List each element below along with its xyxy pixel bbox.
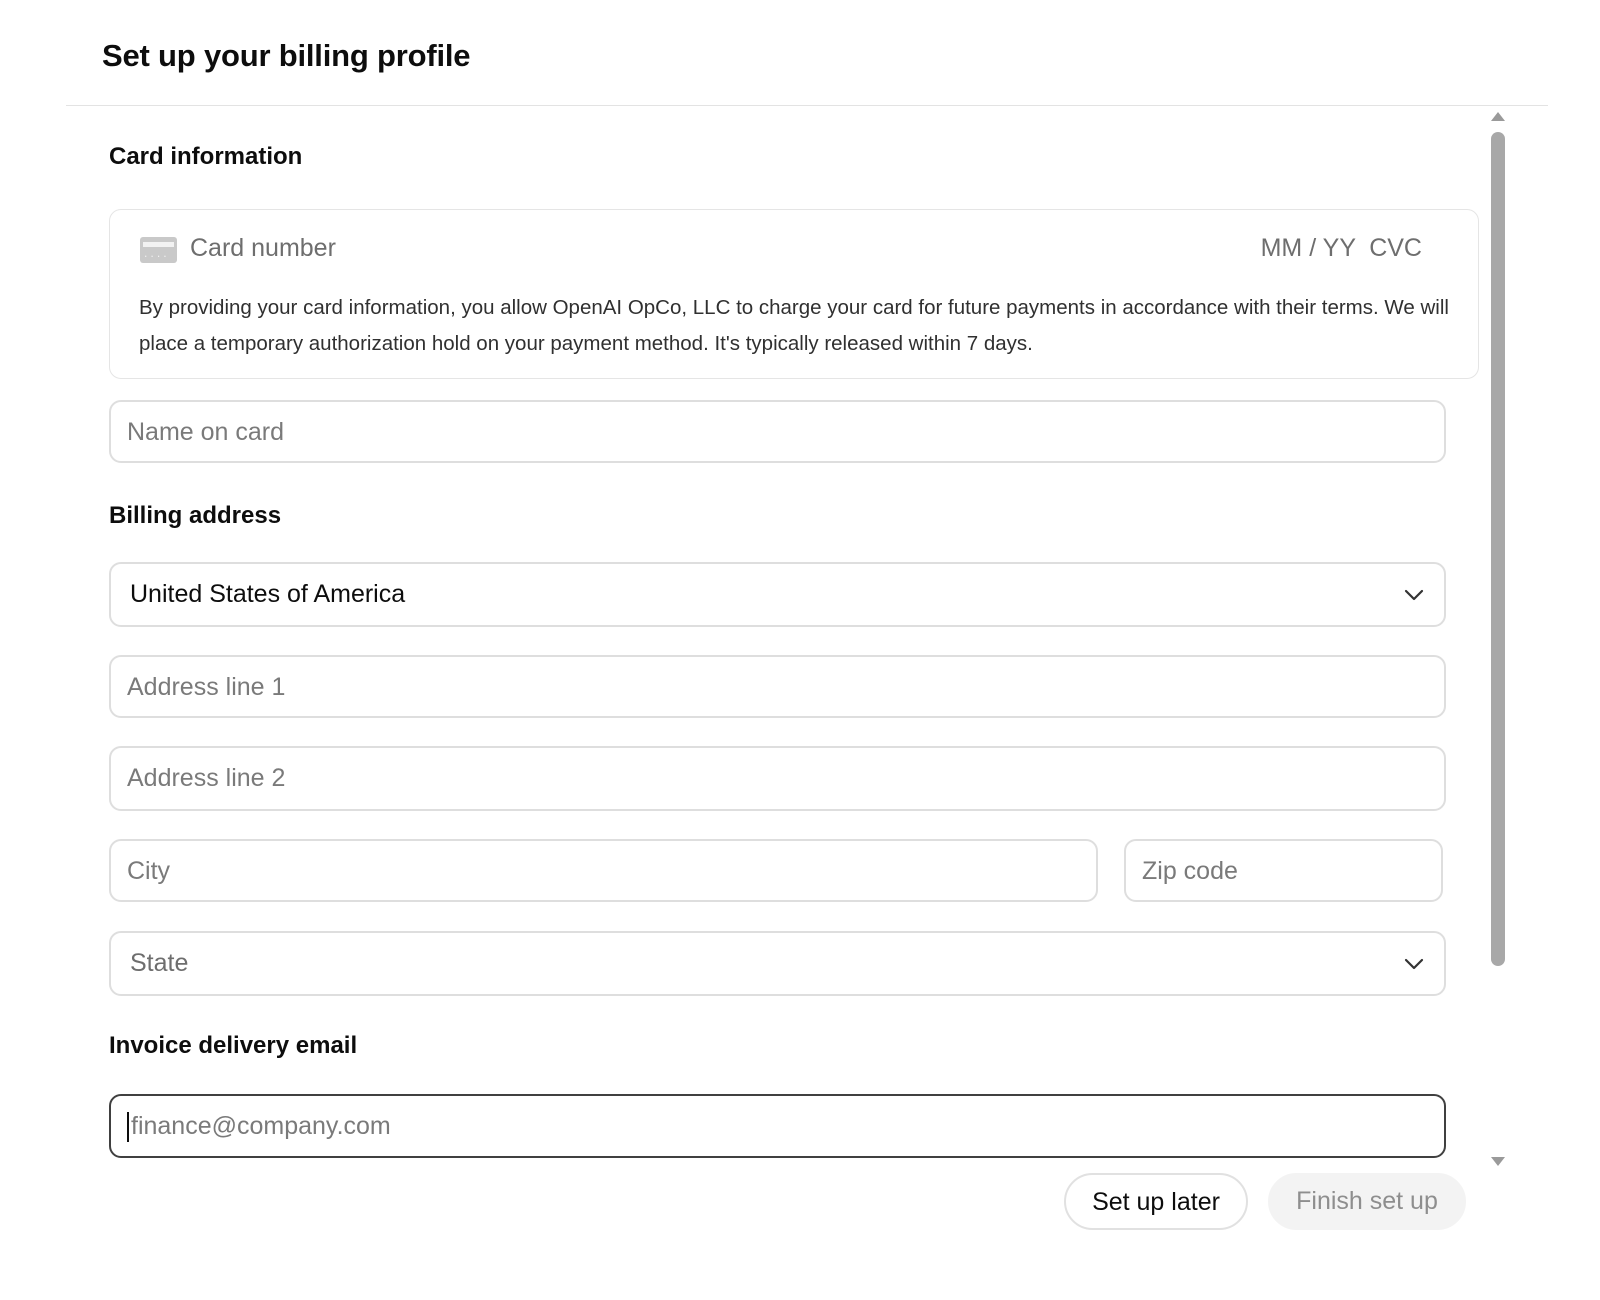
country-select[interactable]: United States of America [109, 562, 1446, 627]
card-element[interactable]: .... Card number MM / YY CVC By providin… [109, 209, 1479, 379]
invoice-email-field[interactable]: finance@company.com [109, 1094, 1446, 1158]
card-expiry-input[interactable]: MM / YY [1261, 234, 1356, 263]
set-up-later-button[interactable]: Set up later [1064, 1173, 1248, 1230]
state-select-value: State [130, 949, 189, 977]
name-on-card-field[interactable]: Name on card [109, 400, 1446, 463]
dialog-header: Set up your billing profile [66, 0, 1548, 106]
city-field[interactable]: City [109, 839, 1098, 902]
dialog-title: Set up your billing profile [102, 38, 471, 73]
chevron-down-icon [1404, 589, 1424, 601]
text-cursor [127, 1112, 129, 1142]
address-line-2-field[interactable]: Address line 2 [109, 746, 1446, 811]
finish-set-up-button[interactable]: Finish set up [1268, 1173, 1466, 1230]
address-line-1-placeholder: Address line 1 [127, 673, 286, 701]
scroll-up-arrow-icon[interactable] [1491, 112, 1505, 121]
address-line-2-placeholder: Address line 2 [127, 764, 286, 792]
scrollbar[interactable] [1490, 108, 1506, 1170]
chevron-down-icon [1404, 958, 1424, 970]
card-information-label: Card information [109, 143, 303, 170]
country-select-value: United States of America [130, 580, 406, 608]
zip-code-field[interactable]: Zip code [1124, 839, 1443, 902]
card-disclaimer-text: By providing your card information, you … [139, 296, 1449, 355]
scroll-down-arrow-icon[interactable] [1491, 1157, 1505, 1166]
city-placeholder: City [127, 857, 171, 885]
billing-profile-dialog: Set up your billing profile Card informa… [0, 0, 1600, 1300]
invoice-email-label: Invoice delivery email [109, 1032, 358, 1059]
zip-code-placeholder: Zip code [1142, 857, 1238, 885]
card-cvc-input[interactable]: CVC [1369, 234, 1422, 263]
address-line-1-field[interactable]: Address line 1 [109, 655, 1446, 718]
card-number-input[interactable]: Card number [190, 234, 336, 263]
form-scroll-area[interactable]: Card information .... Card number MM / Y… [66, 106, 1548, 1188]
invoice-email-placeholder: finance@company.com [131, 1112, 391, 1140]
scrollbar-thumb[interactable] [1491, 132, 1505, 966]
name-on-card-placeholder: Name on card [127, 418, 285, 446]
credit-card-icon: .... [140, 237, 177, 263]
state-select[interactable]: State [109, 931, 1446, 996]
billing-address-label: Billing address [109, 502, 282, 529]
